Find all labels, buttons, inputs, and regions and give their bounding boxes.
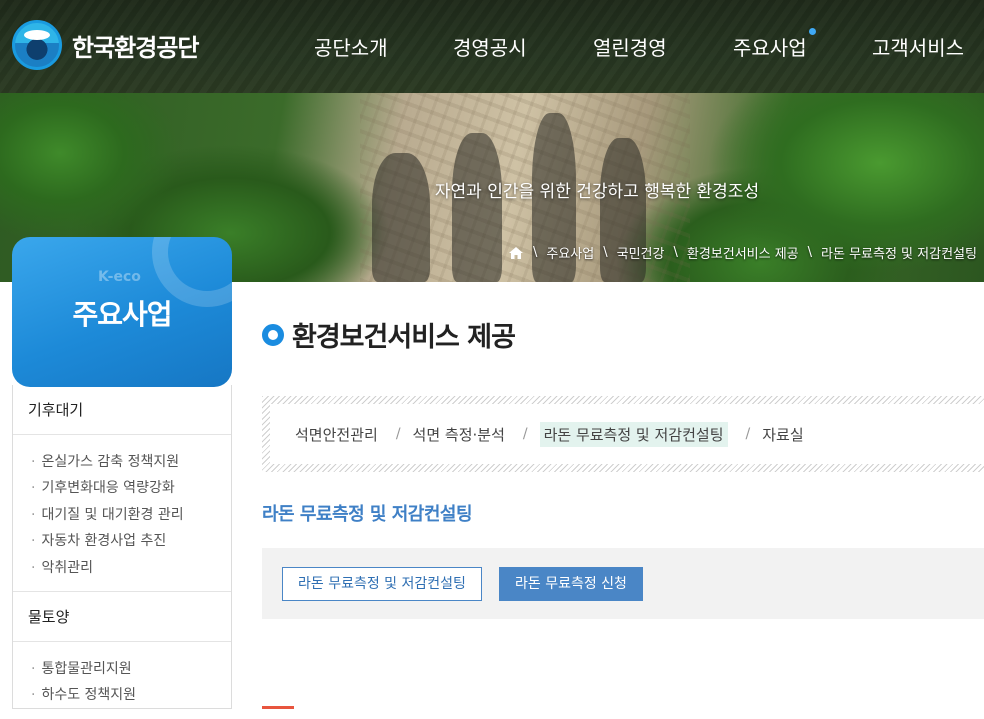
sub-tabs-inner: 석면안전관리 / 석면 측정·분석 / 라돈 무료측정 및 저감컨설팅 / 자료… [270, 404, 984, 464]
sidebar-header: K-eco 주요사업 [12, 237, 232, 387]
sidebar-item[interactable]: 자동차 환경사업 추진 [31, 528, 231, 554]
breadcrumb: \ 주요사업 \ 국민건강 \ 환경보건서비스 제공 \ 라돈 무료측정 및 저… [508, 243, 977, 262]
sidebar-submenu-climate: 온실가스 감축 정책지원 기후변화대응 역량강화 대기질 및 대기환경 관리 자… [13, 435, 231, 592]
page-title: 환경보건서비스 제공 [292, 322, 516, 353]
people-shadow-image [452, 133, 502, 282]
tab-asbestos-analysis[interactable]: 석면 측정·분석 [413, 424, 505, 445]
nav-item-main-business[interactable]: 주요사업 [733, 28, 816, 61]
nav-item-main-business-label: 주요사업 [733, 36, 807, 60]
tab-separator: / [395, 426, 401, 442]
sidebar-item[interactable]: 악취관리 [31, 555, 231, 581]
site-header: 한국환경공단 공단소개 경영공시 열린경영 주요사업 고객서비스 [0, 0, 984, 93]
breadcrumb-item[interactable]: 환경보건서비스 제공 [687, 243, 799, 262]
active-dot-icon [808, 28, 816, 35]
section-title: 라돈 무료측정 및 저감컨설팅 [262, 504, 473, 525]
breadcrumb-separator: \ [603, 245, 608, 260]
main-nav: 공단소개 경영공시 열린경영 주요사업 고객서비스 [0, 28, 984, 62]
hero-slogan: 자연과 인간을 위한 건강하고 행복한 환경조성 [434, 182, 760, 202]
breadcrumb-separator: \ [807, 245, 813, 260]
sidebar-category-climate[interactable]: 기후대기 [13, 385, 231, 435]
sidebar-category-water-soil[interactable]: 물토양 [13, 592, 231, 642]
breadcrumb-separator: \ [533, 245, 538, 260]
tab-separator: / [522, 426, 528, 442]
sidebar-title: 주요사업 [72, 298, 172, 331]
tab-separator: / [745, 426, 751, 442]
nav-item-about[interactable]: 공단소개 [314, 32, 388, 61]
sidebar-item[interactable]: 통합물관리지원 [31, 656, 231, 682]
breadcrumb-item[interactable]: 국민건강 [617, 243, 665, 262]
home-icon[interactable] [508, 246, 524, 260]
sub-tabs: 석면안전관리 / 석면 측정·분석 / 라돈 무료측정 및 저감컨설팅 / 자료… [262, 396, 984, 472]
sidebar-menu: 기후대기 온실가스 감축 정책지원 기후변화대응 역량강화 대기질 및 대기환경… [12, 385, 232, 709]
button-group: 라돈 무료측정 및 저감컨설팅 라돈 무료측정 신청 [262, 548, 984, 619]
tab-resources[interactable]: 자료실 [762, 424, 803, 445]
sidebar-item[interactable]: 대기질 및 대기환경 관리 [31, 502, 231, 528]
page-title-block: 환경보건서비스 제공 [262, 315, 516, 354]
breadcrumb-item[interactable]: 주요사업 [546, 243, 594, 262]
radon-apply-button[interactable]: 라돈 무료측정 신청 [499, 567, 643, 601]
nav-item-customer-service[interactable]: 고객서비스 [872, 32, 964, 61]
people-shadow-image [372, 153, 430, 282]
sidebar-item[interactable]: 기후변화대응 역량강화 [31, 475, 231, 501]
sidebar-submenu-water-soil: 통합물관리지원 하수도 정책지원 [13, 642, 231, 719]
radon-consulting-button[interactable]: 라돈 무료측정 및 저감컨설팅 [282, 567, 482, 601]
tab-radon-consulting[interactable]: 라돈 무료측정 및 저감컨설팅 [539, 421, 728, 447]
nav-item-open-management[interactable]: 열린경영 [593, 32, 667, 61]
sidebar-item[interactable]: 온실가스 감축 정책지원 [31, 449, 231, 475]
sidebar-item[interactable]: 하수도 정책지원 [31, 682, 231, 708]
sidebar-brand: K-eco [98, 269, 141, 285]
nav-item-disclosure[interactable]: 경영공시 [453, 32, 527, 61]
breadcrumb-separator: \ [673, 245, 678, 260]
bullet-circle-icon [262, 323, 284, 346]
tab-asbestos-management[interactable]: 석면안전관리 [295, 424, 378, 445]
breadcrumb-item-current[interactable]: 라돈 무료측정 및 저감컨설팅 [821, 243, 977, 262]
